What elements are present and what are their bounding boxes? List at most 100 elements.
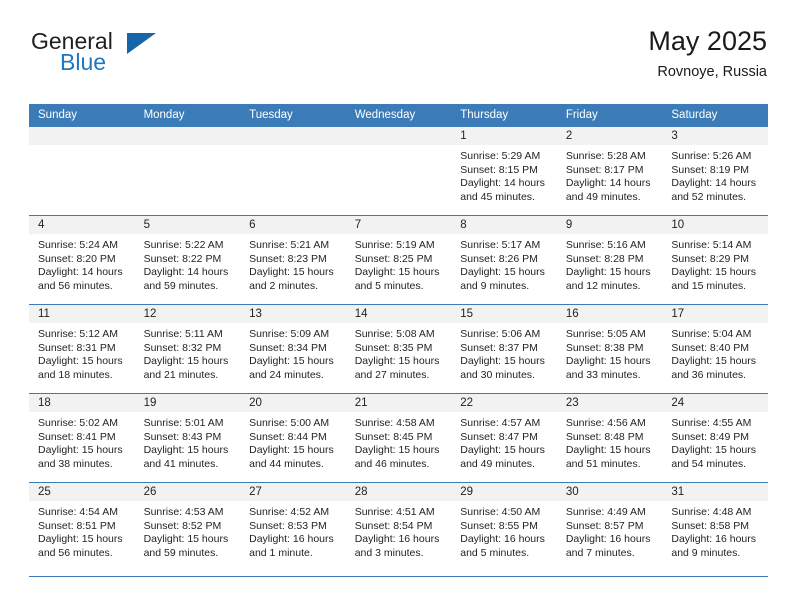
calendar-day-cell[interactable]: 23 Sunrise: 4:56 AM Sunset: 8:48 PM Dayligh… xyxy=(556,393,663,483)
calendar-week-row: 11 Sunrise: 5:12 AM Sunset: 8:31 PM Dayligh… xyxy=(29,304,768,394)
calendar-day-cell[interactable]: 19 Sunrise: 5:01 AM Sunset: 8:43 PM Dayligh… xyxy=(134,393,241,483)
daylight-text-line1: Daylight: 15 hours xyxy=(143,355,229,368)
calendar-day-cell[interactable]: 28 Sunrise: 4:51 AM Sunset: 8:54 PM Dayligh… xyxy=(345,482,452,571)
sunset-text: Sunset: 8:53 PM xyxy=(249,519,327,532)
daylight-text-line2: and 59 minutes. xyxy=(143,546,219,559)
day-cell-inner xyxy=(240,127,346,215)
sunset-text: Sunset: 8:49 PM xyxy=(671,430,750,443)
day-cell-details: Sunrise: 5:04 AM Sunset: 8:40 PM Daylight:… xyxy=(662,323,768,382)
day-number: 20 xyxy=(240,394,346,412)
daylight-text-line1: Daylight: 16 hours xyxy=(565,533,651,546)
daylight-text-line2: and 7 minutes. xyxy=(565,546,635,559)
daylight-text-line1: Daylight: 15 hours xyxy=(671,266,757,279)
calendar-day-cell[interactable]: 1 Sunrise: 5:29 AM Sunset: 8:15 PM Daylight… xyxy=(451,127,557,216)
calendar-day-cell[interactable]: 20 Sunrise: 5:00 AM Sunset: 8:44 PM Dayligh… xyxy=(240,393,346,483)
day-cell-inner xyxy=(29,127,135,215)
sunrise-text: Sunrise: 4:49 AM xyxy=(565,506,646,518)
day-cell-inner: 17 Sunrise: 5:04 AM Sunset: 8:40 PM Dayligh… xyxy=(662,305,768,393)
calendar-day-cell[interactable]: 12 Sunrise: 5:11 AM Sunset: 8:32 PM Dayligh… xyxy=(134,304,241,394)
calendar-day-cell[interactable]: 31 Sunrise: 4:48 AM Sunset: 8:58 PM Dayligh… xyxy=(662,482,768,571)
calendar-week-row: 25 Sunrise: 4:54 AM Sunset: 8:51 PM Dayligh… xyxy=(29,482,768,571)
daylight-text-line2: and 54 minutes. xyxy=(671,457,747,470)
day-cell-inner: 16 Sunrise: 5:05 AM Sunset: 8:38 PM Dayligh… xyxy=(556,305,663,393)
day-cell-inner xyxy=(345,127,452,215)
weekday-header-monday: Monday xyxy=(134,104,241,127)
day-cell-details: Sunrise: 4:58 AM Sunset: 8:45 PM Daylight:… xyxy=(346,412,452,471)
calendar-day-cell[interactable]: 6 Sunrise: 5:21 AM Sunset: 8:23 PM Daylight… xyxy=(240,215,346,305)
day-cell-details: Sunrise: 4:56 AM Sunset: 8:48 PM Daylight:… xyxy=(557,412,663,471)
daylight-text-line1: Daylight: 15 hours xyxy=(354,444,440,457)
daylight-text-line2: and 59 minutes. xyxy=(143,279,219,292)
calendar-day-cell[interactable]: 30 Sunrise: 4:49 AM Sunset: 8:57 PM Dayligh… xyxy=(556,482,663,571)
daylight-text-line2: and 5 minutes. xyxy=(460,546,530,559)
day-cell-inner: 29 Sunrise: 4:50 AM Sunset: 8:55 PM Dayligh… xyxy=(451,483,557,571)
daylight-text-line2: and 24 minutes. xyxy=(249,368,324,381)
calendar-day-cell[interactable]: 13 Sunrise: 5:09 AM Sunset: 8:34 PM Dayligh… xyxy=(240,304,346,394)
sunrise-text: Sunrise: 4:55 AM xyxy=(671,417,752,429)
sunrise-text: Sunrise: 4:57 AM xyxy=(460,417,541,429)
daylight-text-line1: Daylight: 15 hours xyxy=(143,533,229,546)
calendar-day-cell[interactable]: 24 Sunrise: 4:55 AM Sunset: 8:49 PM Dayligh… xyxy=(662,393,768,483)
daylight-text-line2: and 49 minutes. xyxy=(565,190,641,203)
day-number: 2 xyxy=(556,127,663,145)
daylight-text-line1: Daylight: 15 hours xyxy=(460,444,545,457)
blue-triangle-icon xyxy=(127,33,156,54)
sunrise-text: Sunrise: 4:53 AM xyxy=(143,506,224,518)
calendar-day-cell[interactable]: 21 Sunrise: 4:58 AM Sunset: 8:45 PM Dayligh… xyxy=(345,393,452,483)
calendar-day-cell[interactable]: 29 Sunrise: 4:50 AM Sunset: 8:55 PM Dayligh… xyxy=(451,482,557,571)
brand-logo[interactable]: General Blue xyxy=(29,28,249,90)
day-number: 25 xyxy=(29,483,135,501)
daylight-text-line1: Daylight: 15 hours xyxy=(671,444,757,457)
day-cell-inner xyxy=(134,127,241,215)
sunset-text: Sunset: 8:37 PM xyxy=(460,341,538,354)
sunrise-text: Sunrise: 5:02 AM xyxy=(38,417,118,429)
daylight-text-line1: Daylight: 14 hours xyxy=(565,177,651,190)
calendar-day-cell[interactable]: 3 Sunrise: 5:26 AM Sunset: 8:19 PM Daylight… xyxy=(662,127,768,216)
calendar-day-cell[interactable]: 15 Sunrise: 5:06 AM Sunset: 8:37 PM Dayligh… xyxy=(451,304,557,394)
calendar-day-cell[interactable]: 11 Sunrise: 5:12 AM Sunset: 8:31 PM Dayligh… xyxy=(29,304,135,394)
daylight-text-line2: and 46 minutes. xyxy=(354,457,430,470)
sunrise-text: Sunrise: 4:58 AM xyxy=(354,417,435,429)
calendar-day-cell[interactable]: 9 Sunrise: 5:16 AM Sunset: 8:28 PM Daylight… xyxy=(556,215,663,305)
calendar-day-cell[interactable]: 4 Sunrise: 5:24 AM Sunset: 8:20 PM Daylight… xyxy=(29,215,135,305)
calendar-page: General Blue May 2025 Rovnoye, Russia Su… xyxy=(0,0,792,612)
calendar-day-cell[interactable]: 2 Sunrise: 5:28 AM Sunset: 8:17 PM Daylight… xyxy=(556,127,663,216)
day-cell-details: Sunrise: 5:21 AM Sunset: 8:23 PM Daylight:… xyxy=(240,234,346,293)
sunset-text: Sunset: 8:38 PM xyxy=(565,341,644,354)
day-cell-details: Sunrise: 4:55 AM Sunset: 8:49 PM Daylight:… xyxy=(662,412,768,471)
day-cell-inner: 3 Sunrise: 5:26 AM Sunset: 8:19 PM Daylight… xyxy=(662,127,768,215)
day-cell-inner: 22 Sunrise: 4:57 AM Sunset: 8:47 PM Dayligh… xyxy=(451,394,557,482)
weekday-header-tuesday: Tuesday xyxy=(240,104,346,127)
calendar-day-cell[interactable]: 16 Sunrise: 5:05 AM Sunset: 8:38 PM Dayligh… xyxy=(556,304,663,394)
day-cell-inner: 6 Sunrise: 5:21 AM Sunset: 8:23 PM Daylight… xyxy=(240,216,346,304)
calendar-day-cell[interactable]: 25 Sunrise: 4:54 AM Sunset: 8:51 PM Dayligh… xyxy=(29,482,135,571)
calendar-day-cell[interactable]: 17 Sunrise: 5:04 AM Sunset: 8:40 PM Dayligh… xyxy=(662,304,768,394)
calendar-day-cell[interactable]: 14 Sunrise: 5:08 AM Sunset: 8:35 PM Dayligh… xyxy=(345,304,452,394)
day-cell-details: Sunrise: 4:57 AM Sunset: 8:47 PM Daylight:… xyxy=(451,412,557,471)
calendar-day-cell[interactable]: 22 Sunrise: 4:57 AM Sunset: 8:47 PM Dayligh… xyxy=(451,393,557,483)
calendar-day-cell[interactable]: 27 Sunrise: 4:52 AM Sunset: 8:53 PM Dayligh… xyxy=(240,482,346,571)
calendar-day-cell[interactable]: 10 Sunrise: 5:14 AM Sunset: 8:29 PM Dayligh… xyxy=(662,215,768,305)
daylight-text-line1: Daylight: 15 hours xyxy=(671,355,757,368)
sunrise-text: Sunrise: 5:01 AM xyxy=(143,417,224,429)
sunrise-text: Sunrise: 5:08 AM xyxy=(354,328,435,340)
sunset-text: Sunset: 8:48 PM xyxy=(565,430,644,443)
calendar-day-cell[interactable]: 7 Sunrise: 5:19 AM Sunset: 8:25 PM Daylight… xyxy=(345,215,452,305)
weekday-header-thursday: Thursday xyxy=(451,104,557,127)
calendar-day-cell[interactable]: 26 Sunrise: 4:53 AM Sunset: 8:52 PM Dayligh… xyxy=(134,482,241,571)
calendar-day-cell[interactable]: 18 Sunrise: 5:02 AM Sunset: 8:41 PM Dayligh… xyxy=(29,393,135,483)
calendar-day-cell[interactable]: 5 Sunrise: 5:22 AM Sunset: 8:22 PM Daylight… xyxy=(134,215,241,305)
daylight-text-line1: Daylight: 15 hours xyxy=(38,444,123,457)
calendar-body: 1 Sunrise: 5:29 AM Sunset: 8:15 PM Daylight… xyxy=(29,127,768,571)
sunset-text: Sunset: 8:32 PM xyxy=(143,341,222,354)
sunset-text: Sunset: 8:29 PM xyxy=(671,252,750,265)
weekday-header-sunday: Sunday xyxy=(29,104,135,127)
sunrise-text: Sunrise: 4:52 AM xyxy=(249,506,330,518)
sunrise-text: Sunrise: 5:29 AM xyxy=(460,150,541,162)
day-number: 16 xyxy=(556,305,663,323)
calendar-day-cell[interactable]: 8 Sunrise: 5:17 AM Sunset: 8:26 PM Daylight… xyxy=(451,215,557,305)
daylight-text-line2: and 1 minute. xyxy=(249,546,313,559)
daylight-text-line1: Daylight: 15 hours xyxy=(38,355,123,368)
sunset-text: Sunset: 8:23 PM xyxy=(249,252,327,265)
day-cell-details: Sunrise: 5:06 AM Sunset: 8:37 PM Daylight:… xyxy=(451,323,557,382)
